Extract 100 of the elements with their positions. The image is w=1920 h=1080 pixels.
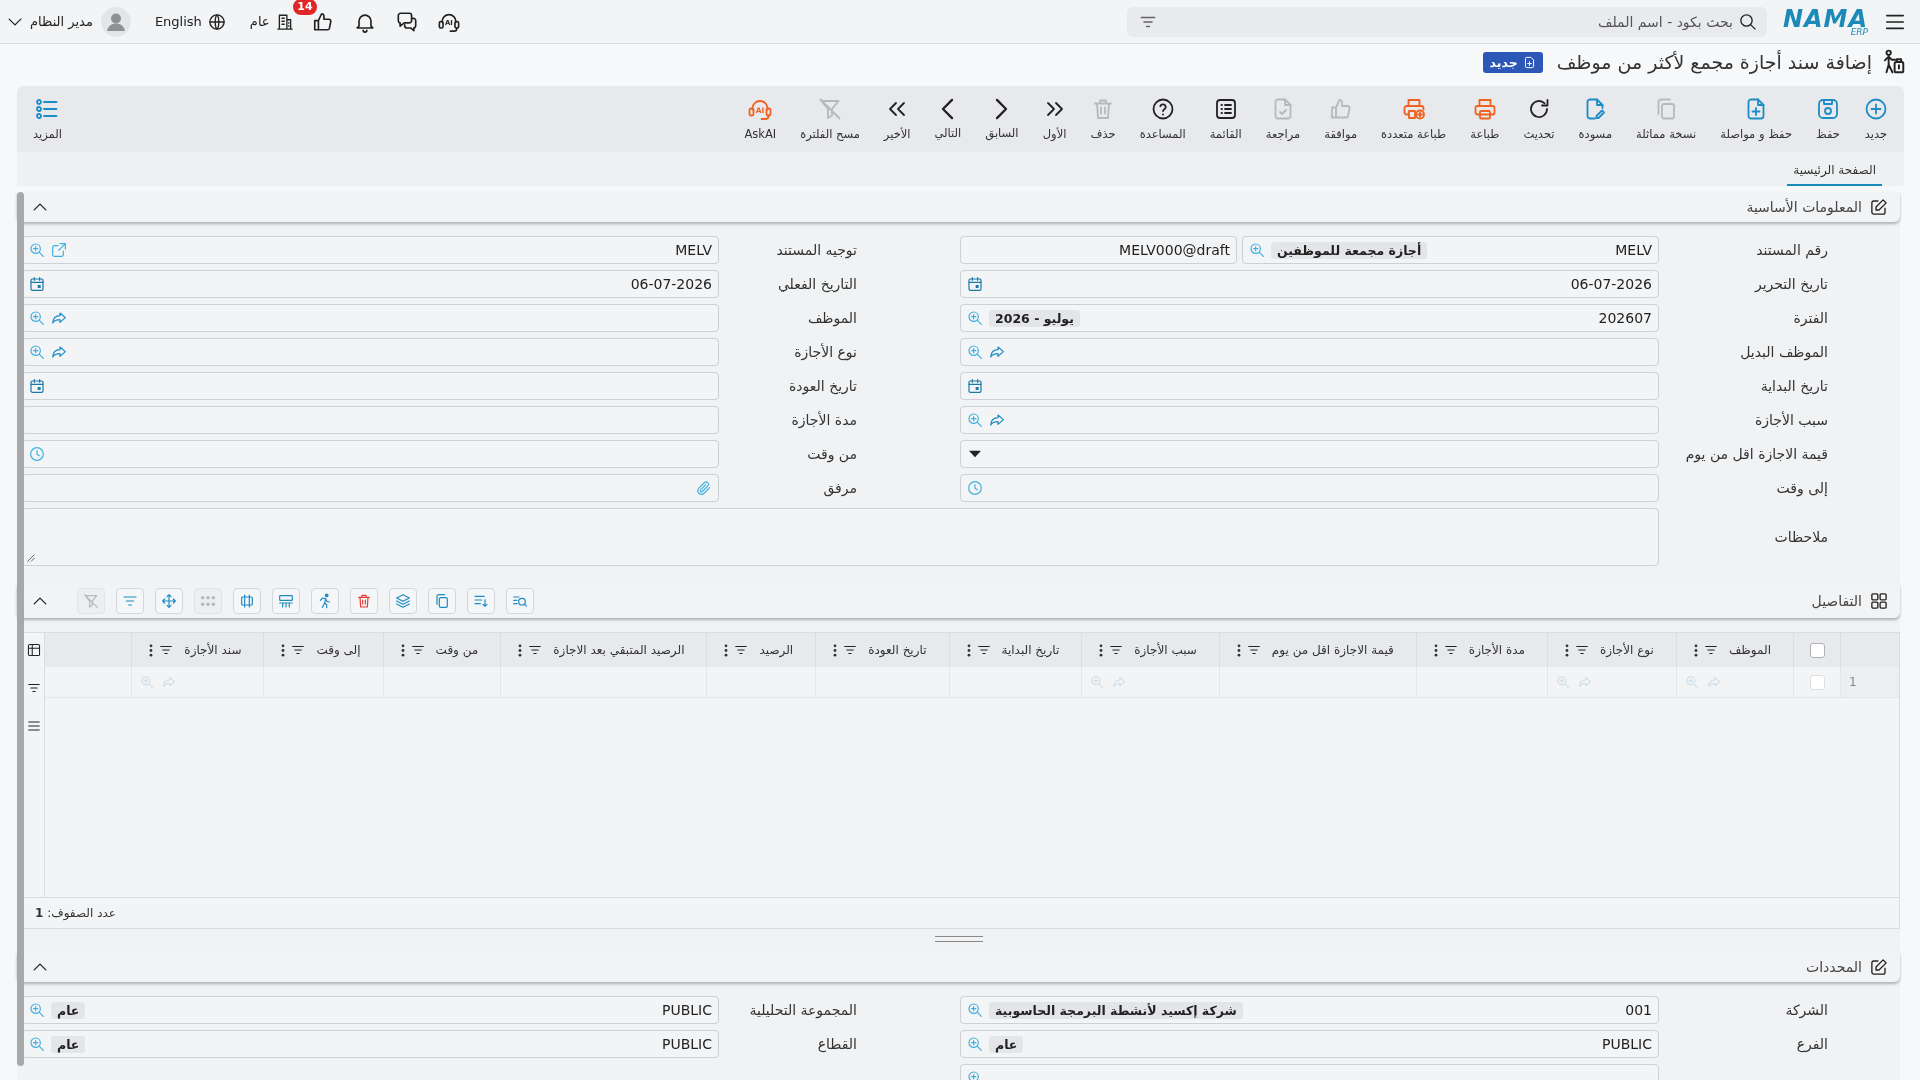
vertical-dots-icon[interactable] xyxy=(833,643,838,657)
chevron-up-icon[interactable] xyxy=(33,203,47,211)
external-link-icon[interactable] xyxy=(51,242,67,258)
column-header[interactable]: نوع الأجازة xyxy=(1547,633,1677,667)
filter-icon[interactable] xyxy=(1575,643,1590,657)
scrollbar-thumb[interactable] xyxy=(17,192,24,1066)
refresh-button[interactable]: تحديث xyxy=(1511,93,1567,145)
search-plus-icon[interactable] xyxy=(29,242,45,258)
column-header[interactable]: تاريخ البداية xyxy=(949,633,1082,667)
vertical-dots-icon[interactable] xyxy=(724,643,729,657)
filter-button[interactable] xyxy=(116,588,144,614)
search-plus-icon[interactable] xyxy=(29,344,45,360)
save-and-continue-button[interactable]: حفظ و مواصلة xyxy=(1708,93,1804,145)
print-button[interactable]: طباعة xyxy=(1458,93,1512,145)
search-plus-icon[interactable] xyxy=(967,344,983,360)
thumbs-up-icon[interactable] xyxy=(311,10,334,33)
date-field[interactable]: 06-07-2026 xyxy=(960,270,1659,298)
search-plus-icon[interactable] xyxy=(29,1002,45,1018)
date-field[interactable] xyxy=(22,372,719,400)
calendar-icon[interactable] xyxy=(29,378,45,394)
branch-selector[interactable]: عام xyxy=(249,12,294,31)
code-field[interactable]: MELV000@draft xyxy=(960,236,1237,264)
save-button[interactable]: حفظ xyxy=(1804,93,1852,145)
filter-icon[interactable] xyxy=(1246,643,1261,657)
multi-print-button[interactable]: طباعة متعددة xyxy=(1369,93,1459,145)
time-field[interactable] xyxy=(960,474,1659,502)
column-header[interactable]: الرصيد xyxy=(706,633,816,667)
search-plus-icon[interactable] xyxy=(1249,242,1265,258)
filter-icon[interactable] xyxy=(291,643,306,657)
vertical-dots-icon[interactable] xyxy=(518,643,523,657)
first-button[interactable]: الأول xyxy=(1030,93,1079,145)
select-all-checkbox[interactable] xyxy=(1809,642,1825,658)
column-header[interactable]: سند الأجازة xyxy=(131,633,264,667)
text-field[interactable] xyxy=(22,406,719,434)
filter-icon[interactable] xyxy=(843,643,858,657)
date-field[interactable]: 06-07-2026 xyxy=(22,270,719,298)
vertical-dots-icon[interactable] xyxy=(1693,643,1698,657)
attachment-field[interactable] xyxy=(22,474,719,502)
vertical-dots-icon[interactable] xyxy=(966,643,971,657)
search-plus-icon[interactable] xyxy=(967,1002,983,1018)
column-header[interactable]: من وقت xyxy=(383,633,501,667)
paperclip-icon[interactable] xyxy=(696,480,712,496)
vertical-dots-icon[interactable] xyxy=(1565,643,1570,657)
search-plus-icon[interactable] xyxy=(29,1036,45,1052)
forward-arrow-icon[interactable] xyxy=(989,344,1005,360)
help-button[interactable]: المساعدة xyxy=(1127,93,1198,145)
column-header[interactable]: مدة الأجازة xyxy=(1416,633,1548,667)
search-plus-icon[interactable] xyxy=(967,412,983,428)
user-menu[interactable]: مدير النظام xyxy=(8,6,131,37)
table-icon[interactable] xyxy=(26,643,41,657)
vertical-dots-icon[interactable] xyxy=(281,643,286,657)
filter-icon[interactable] xyxy=(976,643,991,657)
lookup-field[interactable] xyxy=(22,338,719,366)
dropdown-field[interactable] xyxy=(960,440,1659,468)
calendar-icon[interactable] xyxy=(29,276,45,292)
columns-button[interactable] xyxy=(233,588,261,614)
filter-icon[interactable] xyxy=(1703,643,1718,657)
list-button[interactable]: القائمة xyxy=(1197,93,1254,145)
column-header[interactable]: الموظف xyxy=(1676,633,1794,667)
sort-rows-button[interactable] xyxy=(467,588,495,614)
filter-icon[interactable] xyxy=(528,643,543,657)
run-button[interactable] xyxy=(311,588,339,614)
copy-row-button[interactable] xyxy=(428,588,456,614)
vertical-dots-icon[interactable] xyxy=(1236,643,1241,657)
search-field[interactable]: بحث بكود - اسم الملف xyxy=(1126,6,1767,37)
language-selector[interactable]: English xyxy=(154,12,226,31)
search-rows-button[interactable] xyxy=(506,588,534,614)
forward-arrow-icon[interactable] xyxy=(51,344,67,360)
insert-row-button[interactable] xyxy=(272,588,300,614)
search-input[interactable]: بحث بكود - اسم الملف xyxy=(1162,10,1733,33)
chevron-up-icon[interactable] xyxy=(33,963,47,971)
filter-icon[interactable] xyxy=(26,681,41,695)
column-header[interactable]: إلى وقت xyxy=(263,633,384,667)
column-header[interactable]: تاريخ العودة xyxy=(815,633,949,667)
filter-icon[interactable] xyxy=(159,643,174,657)
filter-icon[interactable] xyxy=(410,643,425,657)
next-button[interactable]: التالي xyxy=(922,94,974,144)
lookup-field[interactable] xyxy=(960,338,1659,366)
chevron-up-icon[interactable] xyxy=(33,597,47,605)
last-button[interactable]: الأخير xyxy=(871,93,923,145)
vertical-dots-icon[interactable] xyxy=(400,643,405,657)
search-plus-icon[interactable] xyxy=(967,1036,983,1052)
filter-icon[interactable] xyxy=(734,643,749,657)
chat-icon[interactable] xyxy=(395,10,418,33)
search-plus-icon[interactable] xyxy=(29,310,45,326)
forward-arrow-icon[interactable] xyxy=(51,310,67,326)
lookup-field[interactable] xyxy=(22,304,719,332)
clock-icon[interactable] xyxy=(29,446,45,462)
filter-icon[interactable] xyxy=(1443,643,1458,657)
lookup-field[interactable]: MELV xyxy=(22,236,719,264)
column-header[interactable]: الرصيد المتبقي بعد الاجازة xyxy=(500,633,707,667)
filter-icon[interactable] xyxy=(1109,643,1124,657)
column-header[interactable]: قيمة الاجازة اقل من يوم xyxy=(1219,633,1417,667)
time-field[interactable] xyxy=(22,440,719,468)
calendar-icon[interactable] xyxy=(967,378,983,394)
move-button[interactable] xyxy=(155,588,183,614)
column-header[interactable]: سبب الأجازة xyxy=(1081,633,1220,667)
forward-arrow-icon[interactable] xyxy=(989,412,1005,428)
splitter-handle[interactable] xyxy=(934,936,983,942)
draft-button[interactable]: مسودة xyxy=(1566,93,1625,145)
